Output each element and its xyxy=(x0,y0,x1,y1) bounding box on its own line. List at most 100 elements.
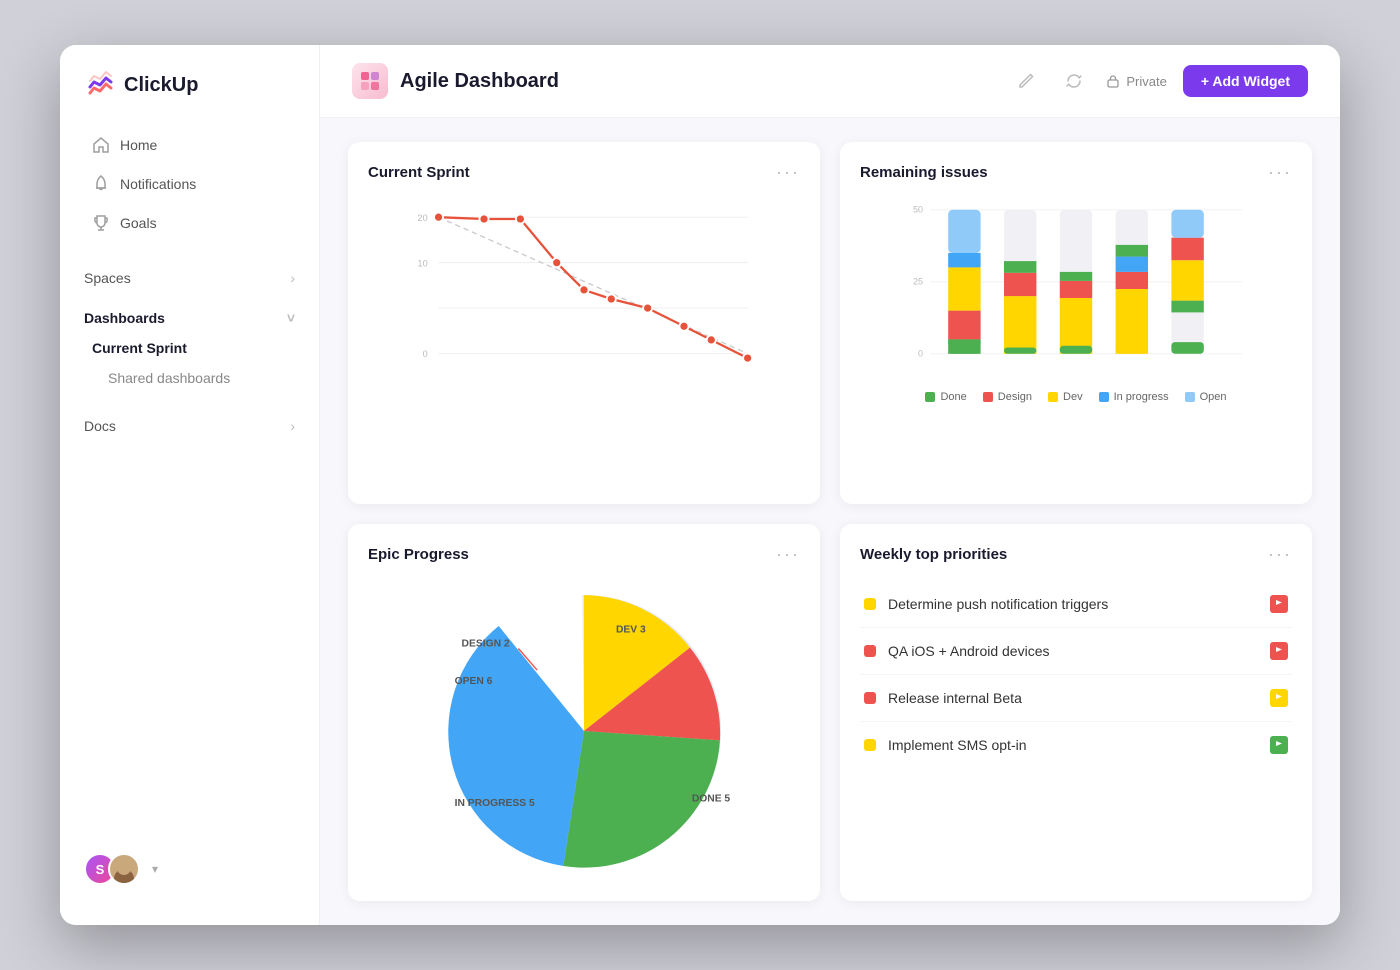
topbar-actions: Private + Add Widget xyxy=(1010,65,1308,97)
pie-svg: DEV 3 DESIGN 2 DONE 5 IN PROGRESS 5 OPEN… xyxy=(434,581,734,881)
dashboards-label: Dashboards xyxy=(84,310,165,326)
epic-progress-menu[interactable]: ··· xyxy=(776,544,800,565)
priority-text-4: Implement SMS opt-in xyxy=(888,737,1258,753)
priority-text-1: Determine push notification triggers xyxy=(888,596,1258,612)
add-widget-label: + Add Widget xyxy=(1201,73,1290,89)
weekly-priorities-card: Weekly top priorities ··· Determine push… xyxy=(840,524,1312,901)
avatar-group[interactable]: S xyxy=(84,853,140,885)
priority-item: Release internal Beta xyxy=(860,675,1292,722)
priority-dot-1 xyxy=(864,598,876,610)
dashboards-chevron-icon: ˅ xyxy=(287,310,295,326)
priorities-list: Determine push notification triggers QA … xyxy=(860,581,1292,881)
sidebar-item-goals[interactable]: Goals xyxy=(68,204,311,242)
pie-chart-area: DEV 3 DESIGN 2 DONE 5 IN PROGRESS 5 OPEN… xyxy=(368,581,800,881)
legend-design-label: Design xyxy=(998,391,1032,403)
current-sprint-menu[interactable]: ··· xyxy=(776,162,800,183)
remaining-issues-chart: 50 25 0 xyxy=(860,199,1292,484)
sidebar-spaces[interactable]: Spaces › xyxy=(60,254,319,294)
sidebar-docs[interactable]: Docs › xyxy=(60,402,319,442)
avatar-img xyxy=(108,853,140,885)
priority-item: QA iOS + Android devices xyxy=(860,628,1292,675)
priority-dot-2 xyxy=(864,645,876,657)
sprint-chart: 20 10 0 xyxy=(368,199,800,484)
svg-text:0: 0 xyxy=(918,349,923,359)
svg-text:DEV 3: DEV 3 xyxy=(616,625,646,636)
edit-button[interactable] xyxy=(1010,65,1042,97)
svg-text:25: 25 xyxy=(913,277,923,287)
sidebar-nav: Home Notifications Goals xyxy=(60,125,319,837)
priority-flag-1 xyxy=(1270,595,1288,613)
epic-progress-header: Epic Progress ··· xyxy=(368,544,800,565)
current-sprint-label: Current Sprint xyxy=(92,340,187,356)
legend-dev-label: Dev xyxy=(1063,391,1083,403)
legend-inprogress: In progress xyxy=(1099,391,1169,403)
user-menu-chevron-icon[interactable]: ▾ xyxy=(152,862,158,876)
priority-flag-3 xyxy=(1270,689,1288,707)
private-label: Private xyxy=(1126,74,1166,89)
legend-open-dot xyxy=(1185,392,1195,402)
svg-text:OPEN 6: OPEN 6 xyxy=(455,676,493,687)
weekly-priorities-menu[interactable]: ··· xyxy=(1268,544,1292,565)
clickup-logo-icon xyxy=(84,69,116,101)
remaining-issues-title: Remaining issues xyxy=(860,164,988,181)
refresh-button[interactable] xyxy=(1058,65,1090,97)
weekly-priorities-title: Weekly top priorities xyxy=(860,546,1007,563)
sidebar: ClickUp Home Notifications xyxy=(60,45,320,925)
priority-item: Implement SMS opt-in xyxy=(860,722,1292,768)
legend-done: Done xyxy=(925,391,966,403)
svg-text:0: 0 xyxy=(423,349,428,359)
bell-icon xyxy=(92,175,110,193)
legend-open: Open xyxy=(1185,391,1227,403)
bar-chart-svg: 50 25 0 xyxy=(860,199,1292,379)
weekly-priorities-header: Weekly top priorities ··· xyxy=(860,544,1292,565)
legend-inprogress-label: In progress xyxy=(1114,391,1169,403)
legend-inprogress-dot xyxy=(1099,392,1109,402)
home-icon xyxy=(92,136,110,154)
add-widget-button[interactable]: + Add Widget xyxy=(1183,65,1308,97)
sidebar-item-shared-dashboards[interactable]: Shared dashboards xyxy=(84,362,319,394)
private-badge: Private xyxy=(1106,74,1166,89)
current-sprint-title: Current Sprint xyxy=(368,164,470,181)
legend-design-dot xyxy=(983,392,993,402)
logo: ClickUp xyxy=(60,69,319,125)
shared-dashboards-label: Shared dashboards xyxy=(108,370,230,386)
svg-text:20: 20 xyxy=(418,213,428,223)
priority-item: Determine push notification triggers xyxy=(860,581,1292,628)
docs-label: Docs xyxy=(84,418,116,434)
priority-text-3: Release internal Beta xyxy=(888,690,1258,706)
app-name: ClickUp xyxy=(124,74,198,97)
dashboard-icon xyxy=(352,63,388,99)
sidebar-item-home[interactable]: Home xyxy=(68,126,311,164)
priority-flag-2 xyxy=(1270,642,1288,660)
remaining-issues-header: Remaining issues ··· xyxy=(860,162,1292,183)
sidebar-dashboards[interactable]: Dashboards ˅ xyxy=(60,294,319,334)
priority-dot-4 xyxy=(864,739,876,751)
sidebar-footer: S ▾ xyxy=(60,837,319,901)
remaining-issues-card: Remaining issues ··· 50 25 0 xyxy=(840,142,1312,504)
sidebar-item-goals-label: Goals xyxy=(120,215,157,231)
sidebar-item-current-sprint[interactable]: Current Sprint xyxy=(84,334,319,362)
spaces-chevron-icon: › xyxy=(290,270,295,286)
svg-text:IN PROGRESS 5: IN PROGRESS 5 xyxy=(455,798,535,809)
priority-text-2: QA iOS + Android devices xyxy=(888,643,1258,659)
svg-text:10: 10 xyxy=(418,258,428,268)
docs-chevron-icon: › xyxy=(290,418,295,434)
spaces-label: Spaces xyxy=(84,270,131,286)
sidebar-item-notifications[interactable]: Notifications xyxy=(68,165,311,203)
legend-done-dot xyxy=(925,392,935,402)
legend-design: Design xyxy=(983,391,1032,403)
page-title: Agile Dashboard xyxy=(400,70,998,93)
legend-dev: Dev xyxy=(1048,391,1083,403)
remaining-issues-menu[interactable]: ··· xyxy=(1268,162,1292,183)
sidebar-item-notifications-label: Notifications xyxy=(120,176,196,192)
svg-text:50: 50 xyxy=(913,205,923,215)
legend-dev-dot xyxy=(1048,392,1058,402)
svg-text:DONE 5: DONE 5 xyxy=(692,793,731,804)
bar-chart-legend: Done Design Dev In progress xyxy=(860,391,1292,403)
topbar: Agile Dashboard xyxy=(320,45,1340,118)
current-sprint-card: Current Sprint ··· 20 10 0 xyxy=(348,142,820,504)
dashboard-grid: Current Sprint ··· 20 10 0 xyxy=(320,118,1340,925)
trophy-icon xyxy=(92,214,110,232)
epic-progress-card: Epic Progress ··· xyxy=(348,524,820,901)
sprint-svg: 20 10 0 xyxy=(368,199,800,399)
